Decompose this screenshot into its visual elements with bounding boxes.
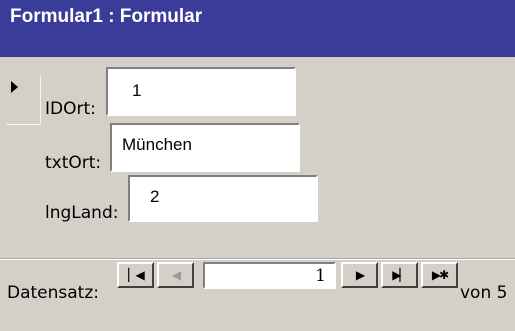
window-title: Formular1 : Formular bbox=[10, 6, 203, 27]
record-total: von 5 bbox=[460, 283, 508, 303]
lngland-field[interactable]: 2 bbox=[128, 175, 318, 222]
record-selector[interactable] bbox=[6, 75, 41, 125]
previous-record-icon: ◀ bbox=[171, 268, 181, 282]
txtort-field[interactable]: München bbox=[110, 123, 300, 172]
current-record-arrow-icon bbox=[11, 81, 18, 93]
first-record-icon: ▏◀ bbox=[128, 268, 145, 282]
lngland-label: lngLand: bbox=[45, 203, 119, 223]
record-number-input[interactable]: 1 bbox=[203, 262, 336, 289]
record-number-value: 1 bbox=[315, 266, 326, 286]
next-record-icon: ▶ bbox=[355, 268, 365, 282]
lngland-value: 2 bbox=[150, 187, 160, 206]
last-record-icon: ▶▏ bbox=[392, 268, 409, 282]
idort-value: 1 bbox=[132, 81, 142, 100]
txtort-label: txtOrt: bbox=[45, 153, 102, 173]
idort-field[interactable]: 1 bbox=[106, 67, 296, 116]
txtort-value: München bbox=[122, 135, 192, 154]
last-record-button[interactable]: ▶▏ bbox=[381, 262, 418, 288]
first-record-button[interactable]: ▏◀ bbox=[117, 262, 154, 288]
new-record-icon: ▶✱ bbox=[431, 268, 449, 282]
previous-record-button[interactable]: ◀ bbox=[157, 262, 194, 288]
navigation-separator-highlight bbox=[0, 259, 515, 260]
next-record-button[interactable]: ▶ bbox=[341, 262, 378, 288]
idort-label: IDOrt: bbox=[45, 99, 96, 119]
new-record-button[interactable]: ▶✱ bbox=[421, 262, 458, 288]
record-label: Datensatz: bbox=[7, 283, 99, 303]
title-bar: Formular1 : Formular bbox=[0, 0, 515, 57]
